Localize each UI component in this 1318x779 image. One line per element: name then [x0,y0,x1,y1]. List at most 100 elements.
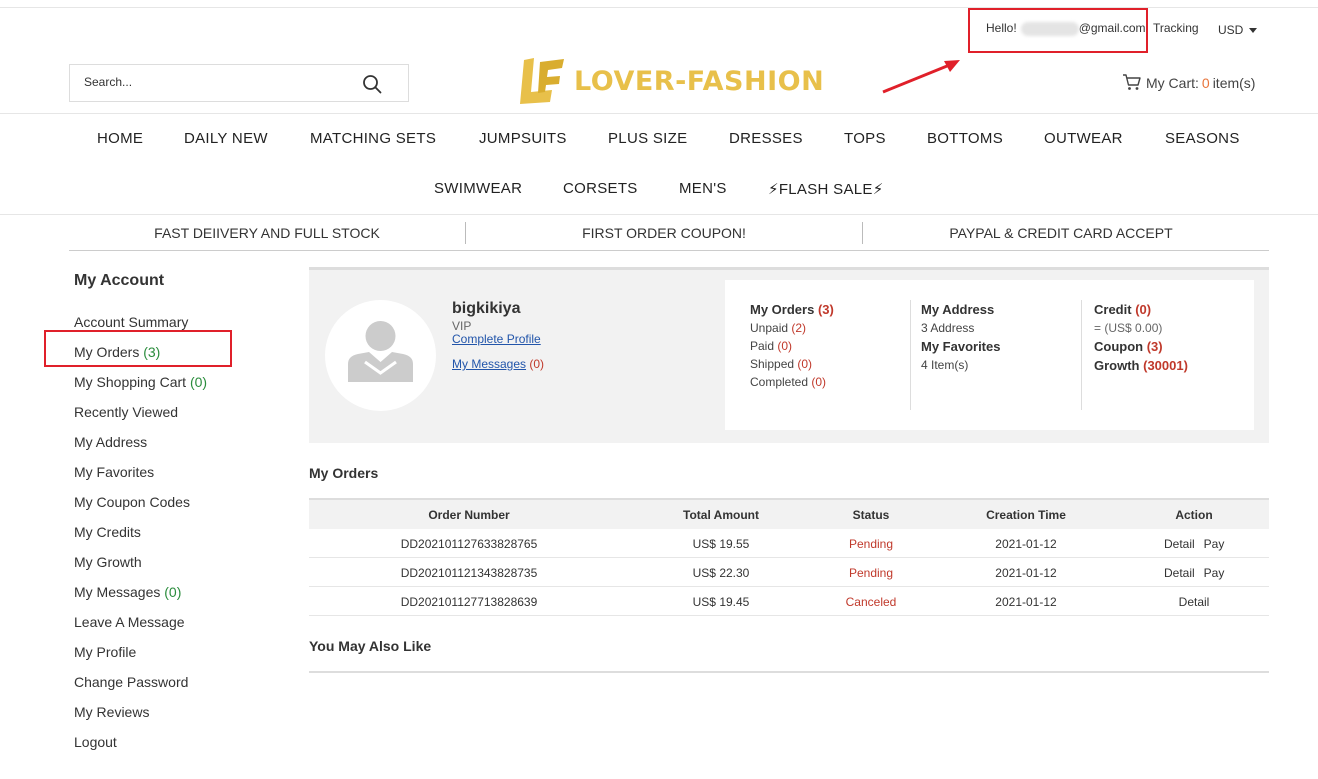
promo-divider [69,250,1269,251]
nav-home[interactable]: HOME [97,130,143,147]
sidebar-item-label: My Messages [74,584,161,600]
search-bar [69,64,409,102]
table-row: DD202101127713828639 US$ 19.45 Canceled … [309,587,1269,616]
annotation-box-my-orders [44,330,232,367]
sidebar-item-coupon-codes[interactable]: My Coupon Codes [74,494,190,510]
cart-icon [1123,74,1141,90]
sidebar-item-reviews[interactable]: My Reviews [74,704,149,720]
stat-paid[interactable]: Paid (0) [750,339,792,353]
search-icon[interactable] [362,74,382,94]
nav-mens[interactable]: MEN'S [679,180,727,197]
order-status: Pending [848,566,894,580]
pay-link[interactable]: Pay [1200,566,1228,580]
sidebar-item-profile[interactable]: My Profile [74,644,136,660]
tracking-link[interactable]: Tracking [1153,21,1199,35]
stat-orders[interactable]: My Orders (3) [750,302,834,317]
nav-daily-new[interactable]: DAILY NEW [184,130,268,147]
sidebar-item-label: My Favorites [74,464,155,480]
stat-coupon[interactable]: Coupon (3) [1094,339,1163,354]
nav-matching-sets[interactable]: MATCHING SETS [310,130,436,147]
nav-plus-size[interactable]: PLUS SIZE [608,130,687,147]
nav-outwear[interactable]: OUTWEAR [1044,130,1123,147]
order-time: 2021-01-12 [995,595,1057,609]
sidebar-item-shopping-cart[interactable]: My Shopping Cart (0) [74,374,207,390]
avatar [325,300,436,411]
sidebar-item-count: (0) [164,584,182,600]
nav-corsets[interactable]: CORSETS [563,180,638,197]
stat-count: (30001) [1143,358,1188,373]
nav-tops[interactable]: TOPS [844,130,886,147]
sidebar-item-logout[interactable]: Logout [74,734,117,750]
sidebar-item-label: My Shopping Cart [74,374,187,390]
stat-label: Coupon [1094,339,1144,354]
sidebar-item-growth[interactable]: My Growth [74,554,142,570]
stat-count: (0) [811,375,827,389]
nav-divider [0,214,1318,215]
stat-favorites[interactable]: My Favorites [921,339,1000,354]
order-number: DD202101127713828639 [400,595,538,609]
nav-bottoms[interactable]: BOTTOMS [927,130,1003,147]
also-like-title: You May Also Like [309,638,432,654]
sidebar-item-count: (0) [189,374,208,390]
sidebar-item-address[interactable]: My Address [74,434,147,450]
stat-shipped[interactable]: Shipped (0) [750,357,812,371]
sidebar-item-label: Change Password [74,674,189,690]
pay-link[interactable]: Pay [1200,537,1228,551]
promo-delivery: FAST DEIIVERY AND FULL STOCK [154,225,380,241]
sidebar-item-change-password[interactable]: Change Password [74,674,188,690]
my-messages-link[interactable]: My Messages [452,357,526,371]
stat-growth[interactable]: Growth (30001) [1094,358,1188,373]
stat-address[interactable]: My Address [921,302,994,317]
sidebar-item-account-summary[interactable]: Account Summary [74,314,188,330]
stat-label: Paid [750,339,775,353]
nav-swimwear[interactable]: SWIMWEAR [434,180,522,197]
stat-label: Growth [1094,358,1140,373]
nav-seasons[interactable]: SEASONS [1165,130,1240,147]
stat-label: My Orders [750,302,815,317]
sidebar-title: My Account [74,272,165,289]
nav-dresses[interactable]: DRESSES [729,130,803,147]
search-input[interactable] [84,75,344,89]
detail-link[interactable]: Detail [1164,595,1224,609]
sidebar-item-label: Recently Viewed [74,404,179,420]
order-amount: US$ 19.55 [692,537,750,551]
stat-label: Completed [750,375,809,389]
table-row: DD202101121343828735 US$ 22.30 Pending 2… [309,558,1269,587]
detail-link[interactable]: Detail [1164,566,1195,580]
sidebar-item-label: Logout [74,734,117,750]
column-header: Order Number [428,508,510,522]
nav-jumpsuits[interactable]: JUMPSUITS [479,130,567,147]
stats-separator [1081,300,1082,410]
nav-flash-sale[interactable]: ⚡FLASH SALE⚡ [768,180,884,198]
sidebar-item-favorites[interactable]: My Favorites [74,464,154,480]
stat-completed[interactable]: Completed (0) [750,375,826,389]
sidebar-item-leave-message[interactable]: Leave A Message [74,614,185,630]
sidebar-item-label: My Profile [74,644,137,660]
messages-summary: My Messages (0) [452,357,544,371]
annotation-arrow [882,60,960,94]
sidebar-item-credits[interactable]: My Credits [74,524,141,540]
cart-link[interactable]: My Cart: 0 item(s) [1122,73,1255,91]
promo-payment: PAYPAL & CREDIT CARD ACCEPT [949,225,1173,241]
username: bigkikiya [452,300,521,317]
complete-profile-link[interactable]: Complete Profile [452,332,541,346]
sidebar-item-messages[interactable]: My Messages (0) [74,584,181,600]
user-silhouette-icon [348,321,413,382]
stat-favorites-value: 4 Item(s) [921,358,969,372]
order-number: DD202101121343828735 [400,566,538,580]
stat-label: Credit [1094,302,1132,317]
logo-text: LOVER-FASHION [574,66,825,97]
currency-selector[interactable]: USD [1218,23,1258,37]
detail-link[interactable]: Detail [1164,537,1195,551]
column-header: Total Amount [683,508,759,522]
promo-coupon: FIRST ORDER COUPON! [582,225,746,241]
stat-unpaid[interactable]: Unpaid (2) [750,321,806,335]
order-amount: US$ 19.45 [692,595,750,609]
sidebar-item-recently-viewed[interactable]: Recently Viewed [74,404,178,420]
sidebar-item-label: Leave A Message [74,614,185,630]
stat-count: (3) [1146,339,1163,354]
sidebar-item-label: My Growth [74,554,142,570]
sidebar-item-label: My Reviews [74,704,150,720]
chevron-down-icon [1249,28,1258,34]
stat-credit[interactable]: Credit (0) [1094,302,1151,317]
